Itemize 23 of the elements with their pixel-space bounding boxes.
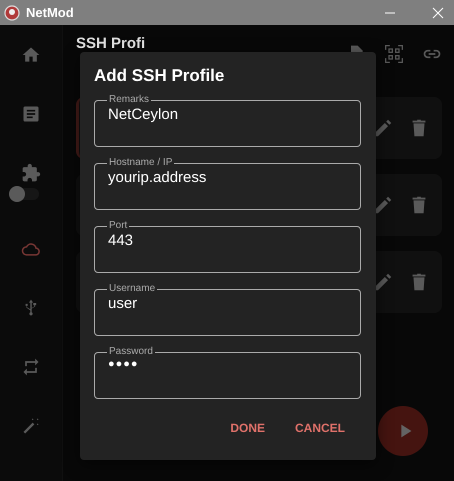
wand-icon[interactable] <box>21 416 41 436</box>
field-label: Remarks <box>108 94 150 106</box>
done-button[interactable]: DONE <box>228 417 267 439</box>
password-field[interactable]: Password ●●●● <box>94 346 361 399</box>
input-field[interactable]: Hostname / IP yourip.address <box>94 157 361 210</box>
app-logo-icon <box>4 4 20 20</box>
field-label: Hostname / IP <box>108 157 174 169</box>
close-icon[interactable] <box>432 6 444 18</box>
dialog-title: Add SSH Profile <box>94 66 226 86</box>
puzzle-icon[interactable] <box>21 163 41 183</box>
play-button[interactable] <box>378 406 428 456</box>
input-field[interactable]: Remarks NetCeylon <box>94 94 361 147</box>
field-label: Username <box>108 283 156 295</box>
qr-code-icon[interactable] <box>384 44 404 64</box>
notes-icon[interactable] <box>21 104 41 124</box>
cancel-button[interactable]: CANCEL <box>293 417 347 439</box>
repeat-icon[interactable] <box>21 357 41 377</box>
window-title: NetMod <box>26 5 74 20</box>
input-field[interactable]: Port 443 <box>94 220 361 273</box>
page-title: SSH Profi <box>76 34 146 52</box>
field-label: Port <box>108 220 128 232</box>
input-field[interactable]: Username user <box>94 283 361 336</box>
field-label: Password <box>108 346 154 358</box>
